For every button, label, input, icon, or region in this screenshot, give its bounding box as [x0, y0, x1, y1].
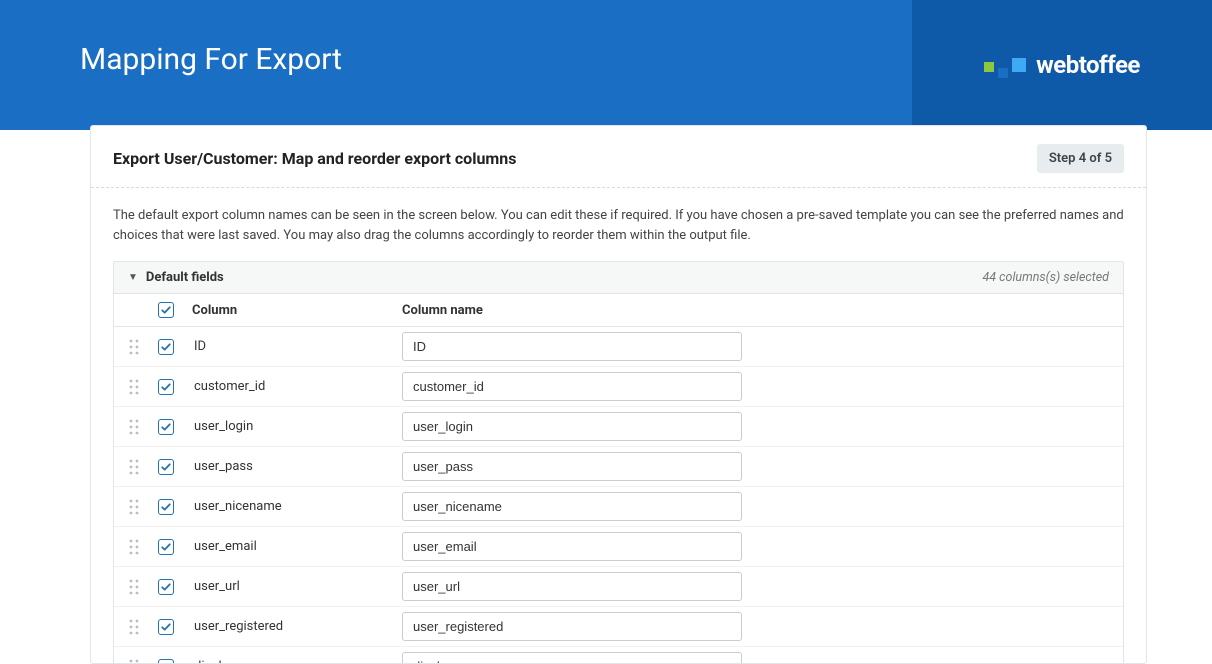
hero-brand-strip: webtoffee	[912, 0, 1212, 130]
table-row: user_pass	[114, 447, 1123, 487]
export-panel: Export User/Customer: Map and reorder ex…	[90, 125, 1147, 664]
column-name-input[interactable]	[402, 372, 742, 401]
panel-description: The default export column names can be s…	[91, 188, 1146, 261]
column-name-input[interactable]	[402, 572, 742, 601]
column-name-input[interactable]	[402, 332, 742, 361]
row-checkbox[interactable]	[158, 579, 174, 595]
row-checkbox[interactable]	[158, 459, 174, 475]
panel-header: Export User/Customer: Map and reorder ex…	[91, 126, 1146, 188]
table-row: user_url	[114, 567, 1123, 607]
drag-handle-icon[interactable]	[128, 498, 158, 516]
field-label: customer_id	[192, 379, 402, 394]
table-row: display_name	[114, 647, 1123, 664]
drag-handle-icon[interactable]	[128, 378, 158, 396]
table-row: user_email	[114, 527, 1123, 567]
row-checkbox[interactable]	[158, 339, 174, 355]
drag-handle-icon[interactable]	[128, 578, 158, 596]
row-checkbox[interactable]	[158, 419, 174, 435]
page-title: Mapping For Export	[80, 42, 342, 77]
table-row: user_login	[114, 407, 1123, 447]
fields-table: ▼ Default fields 44 columns(s) selected …	[113, 261, 1124, 664]
table-row: ID	[114, 327, 1123, 367]
selected-count: 44 columns(s) selected	[982, 270, 1109, 285]
field-label: user_registered	[192, 619, 402, 634]
panel-title: Export User/Customer: Map and reorder ex…	[113, 149, 516, 168]
drag-handle-icon[interactable]	[128, 618, 158, 636]
group-name: Default fields	[146, 270, 224, 285]
row-checkbox[interactable]	[158, 379, 174, 395]
column-name-input[interactable]	[402, 492, 742, 521]
header-column: Column	[192, 303, 402, 318]
column-name-input[interactable]	[402, 452, 742, 481]
check-icon	[160, 304, 172, 316]
rows-container: ID customer_id user_login user_pass user_nic…	[114, 327, 1123, 664]
drag-handle-icon[interactable]	[128, 418, 158, 436]
field-label: display_name	[192, 659, 402, 664]
column-name-input[interactable]	[402, 652, 742, 664]
brand-logo-icon	[984, 58, 1026, 72]
drag-handle-icon[interactable]	[128, 538, 158, 556]
select-all-checkbox[interactable]	[158, 302, 174, 318]
field-label: user_pass	[192, 459, 402, 474]
field-label: user_email	[192, 539, 402, 554]
page-hero: Mapping For Export webtoffee	[0, 0, 1212, 130]
chevron-down-icon: ▼	[128, 272, 138, 283]
brand-logo-text: webtoffee	[1036, 51, 1140, 79]
field-label: user_url	[192, 579, 402, 594]
field-label: user_login	[192, 419, 402, 434]
table-row: user_nicename	[114, 487, 1123, 527]
column-headers: Column Column name	[114, 294, 1123, 327]
column-name-input[interactable]	[402, 612, 742, 641]
drag-handle-icon[interactable]	[128, 458, 158, 476]
table-row: customer_id	[114, 367, 1123, 407]
field-label: user_nicename	[192, 499, 402, 514]
step-badge: Step 4 of 5	[1037, 144, 1124, 173]
row-checkbox[interactable]	[158, 659, 174, 664]
field-label: ID	[192, 339, 402, 354]
row-checkbox[interactable]	[158, 619, 174, 635]
row-checkbox[interactable]	[158, 539, 174, 555]
brand-logo: webtoffee	[984, 51, 1140, 79]
drag-handle-icon[interactable]	[128, 658, 158, 664]
column-name-input[interactable]	[402, 532, 742, 561]
group-header[interactable]: ▼ Default fields 44 columns(s) selected	[114, 262, 1123, 294]
row-checkbox[interactable]	[158, 499, 174, 515]
drag-handle-icon[interactable]	[128, 338, 158, 356]
header-column-name: Column name	[402, 303, 742, 318]
table-row: user_registered	[114, 607, 1123, 647]
column-name-input[interactable]	[402, 412, 742, 441]
